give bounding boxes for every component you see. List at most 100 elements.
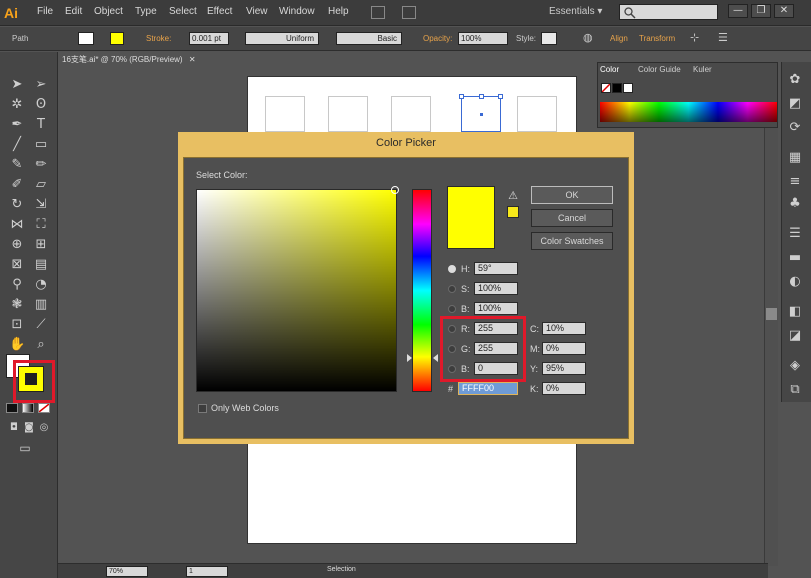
menu-window[interactable]: Window <box>279 6 315 17</box>
hex-field[interactable]: FFFF00 <box>458 382 518 395</box>
pen-tool-icon[interactable]: ✒ <box>9 117 25 133</box>
out-of-gamut-warning-icon[interactable]: ⚠ <box>506 190 520 202</box>
stroke-swatch-control[interactable] <box>110 32 124 45</box>
black-swatch[interactable] <box>612 83 622 93</box>
menu-file[interactable]: File <box>37 6 53 17</box>
recolor-artwork-icon[interactable]: ◍ <box>583 31 597 45</box>
hue-field[interactable]: 59° <box>474 262 518 275</box>
opacity-label[interactable]: Opacity: <box>423 34 452 43</box>
arrange-documents-icon[interactable] <box>402 6 416 19</box>
gradient-icon[interactable]: ▬ <box>787 250 803 266</box>
width-tool-icon[interactable]: ⋈ <box>9 217 25 233</box>
perspective-grid-tool-icon[interactable]: ⊞ <box>33 237 49 253</box>
vertical-scrollbar[interactable] <box>764 128 778 566</box>
mesh-tool-icon[interactable]: ⊠ <box>9 257 25 273</box>
document-tab[interactable]: 16支笔.ai* @ 70% (RGB/Preview) ✕ <box>62 54 240 68</box>
yellow-field[interactable]: 95% <box>542 362 586 375</box>
color-guide-icon[interactable]: ◩ <box>787 96 803 112</box>
kuler-icon[interactable]: ⟳ <box>787 120 803 136</box>
graphic-style-swatch[interactable] <box>541 32 557 45</box>
transparency-icon[interactable]: ◐ <box>787 274 803 290</box>
align-link[interactable]: Align <box>610 34 628 43</box>
current-tool-status[interactable]: Selection <box>327 566 356 573</box>
cancel-button[interactable]: Cancel <box>531 209 613 227</box>
symbols-icon[interactable]: ♣ <box>787 196 803 212</box>
none-mode-icon[interactable] <box>38 403 50 413</box>
stroke-icon[interactable]: ☰ <box>787 226 803 242</box>
only-web-colors-checkbox[interactable] <box>198 404 207 413</box>
menu-object[interactable]: Object <box>94 6 123 17</box>
hue-slider[interactable] <box>412 189 432 392</box>
selection-handle[interactable] <box>479 94 484 99</box>
artboards-icon[interactable]: ⧉ <box>787 382 803 398</box>
appearance-icon[interactable]: ◧ <box>787 304 803 320</box>
bridge-icon[interactable] <box>371 6 385 19</box>
artboard-object[interactable] <box>328 96 368 132</box>
pencil-tool-icon[interactable]: ✏ <box>33 157 49 173</box>
artboard-object[interactable] <box>265 96 305 132</box>
color-field-marker[interactable] <box>391 186 399 194</box>
symbol-sprayer-tool-icon[interactable]: ❃ <box>9 297 25 313</box>
slice-tool-icon[interactable]: ⟋ <box>33 317 49 333</box>
color-mode-icon[interactable] <box>6 403 18 413</box>
stroke-weight-input[interactable]: 0.001 pt <box>189 32 229 45</box>
column-graph-tool-icon[interactable]: ▥ <box>33 297 49 313</box>
selection-handle[interactable] <box>498 94 503 99</box>
search-input[interactable] <box>619 4 718 20</box>
tab-color-guide[interactable]: Color Guide <box>638 65 681 74</box>
color-field[interactable] <box>196 189 397 392</box>
transform-link[interactable]: Transform <box>639 34 675 43</box>
cyan-field[interactable]: 10% <box>542 322 586 335</box>
rectangle-tool-icon[interactable]: ▭ <box>33 137 49 153</box>
free-transform-tool-icon[interactable]: ⛶ <box>33 217 49 233</box>
minimize-button[interactable]: — <box>728 4 748 18</box>
line-tool-icon[interactable]: ╱ <box>9 137 25 153</box>
hand-tool-icon[interactable]: ✋ <box>9 337 25 353</box>
scroll-thumb[interactable] <box>766 308 777 320</box>
draw-normal-icon[interactable]: ◘ <box>6 420 22 436</box>
blob-brush-tool-icon[interactable]: ✐ <box>9 177 25 193</box>
zoom-input[interactable]: 70% <box>106 566 148 577</box>
swatches-icon[interactable]: ▦ <box>787 150 803 166</box>
workspace-switcher[interactable]: Essentials ▾ <box>549 6 602 17</box>
menu-select[interactable]: Select <box>169 6 197 17</box>
artboard-object[interactable] <box>517 96 557 132</box>
selection-handle[interactable] <box>459 94 464 99</box>
eraser-tool-icon[interactable]: ▱ <box>33 177 49 193</box>
selected-object[interactable] <box>459 94 503 132</box>
close-icon[interactable]: ✕ <box>189 55 196 64</box>
brightness-radio[interactable] <box>448 305 456 313</box>
artboard-object[interactable] <box>391 96 431 132</box>
saturation-radio[interactable] <box>448 285 456 293</box>
black-field[interactable]: 0% <box>542 382 586 395</box>
tab-kuler[interactable]: Kuler <box>693 65 712 74</box>
color-swatches-button[interactable]: Color Swatches <box>531 232 613 250</box>
draw-inside-icon[interactable]: ◎ <box>36 420 52 436</box>
rotate-tool-icon[interactable]: ↻ <box>9 197 25 213</box>
menu-edit[interactable]: Edit <box>65 6 82 17</box>
fill-swatch-control[interactable] <box>78 32 94 45</box>
menu-help[interactable]: Help <box>328 6 349 17</box>
menu-view[interactable]: View <box>246 6 268 17</box>
color-panel-icon[interactable]: ✿ <box>787 72 803 88</box>
tab-color[interactable]: Color <box>600 65 619 74</box>
type-tool-icon[interactable]: T <box>33 117 49 133</box>
variable-width-profile[interactable]: Uniform <box>245 32 319 45</box>
screen-mode-icon[interactable]: ▭ <box>17 440 33 456</box>
brightness-field[interactable]: 100% <box>474 302 518 315</box>
white-swatch[interactable] <box>623 83 633 93</box>
scale-tool-icon[interactable]: ⇲ <box>33 197 49 213</box>
magenta-field[interactable]: 0% <box>542 342 586 355</box>
opacity-input[interactable]: 100% <box>458 32 508 45</box>
saturation-field[interactable]: 100% <box>474 282 518 295</box>
hue-slider-left-arrow[interactable] <box>407 354 412 362</box>
hue-radio[interactable] <box>448 265 456 273</box>
brushes-icon[interactable]: ≡ <box>787 174 803 190</box>
stroke-label[interactable]: Stroke: <box>146 34 171 43</box>
selection-tool-icon[interactable]: ➤ <box>9 77 25 93</box>
direct-selection-tool-icon[interactable]: ➢ <box>33 77 49 93</box>
eyedropper-tool-icon[interactable]: ⚲ <box>9 277 25 293</box>
graphic-styles-icon[interactable]: ◪ <box>787 328 803 344</box>
none-swatch[interactable] <box>601 83 611 93</box>
options-icon[interactable]: ☰ <box>718 31 728 44</box>
